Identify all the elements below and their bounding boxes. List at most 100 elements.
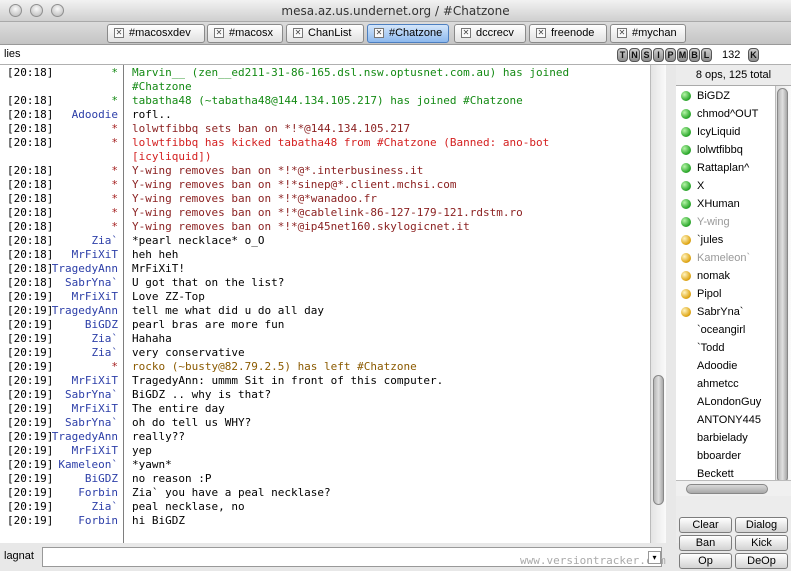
chat-message: pearl bras are more fun [132, 318, 285, 331]
op-button[interactable]: Op [679, 553, 732, 569]
chat-nick[interactable]: Kameleon` [58, 458, 118, 471]
mode-limit-toggle[interactable]: L [701, 48, 712, 62]
chat-nick[interactable]: * [111, 360, 118, 373]
chat-nick[interactable]: Forbin [78, 514, 118, 527]
user-list-item[interactable]: Y-wing [676, 213, 775, 231]
tab-chanlist[interactable]: ✕ ChanList [286, 24, 364, 43]
user-list-item[interactable]: ANTONY445 [676, 411, 775, 429]
chat-nick[interactable]: MrFiXiT [72, 402, 118, 415]
user-list-item[interactable]: SabrYna` [676, 303, 775, 321]
user-list-item[interactable]: Pipol [676, 285, 775, 303]
chat-nick[interactable]: * [111, 192, 118, 205]
dialog-button[interactable]: Dialog [735, 517, 788, 533]
user-list-item[interactable]: XHuman [676, 195, 775, 213]
chat-nick[interactable]: * [111, 178, 118, 191]
close-tab-icon[interactable]: ✕ [461, 28, 471, 38]
input-menu-icon[interactable]: ▾ [648, 551, 661, 564]
chat-nick[interactable]: MrFiXiT [72, 248, 118, 261]
tab-chatzone[interactable]: ✕ #Chatzone [367, 24, 449, 43]
user-list-item[interactable]: `jules [676, 231, 775, 249]
user-list-item[interactable]: ahmetcc [676, 375, 775, 393]
chat-nick[interactable]: TragedyAnn [52, 430, 118, 443]
topic-text[interactable]: lies [4, 48, 21, 60]
tab-dccrecv[interactable]: ✕ dccrecv [454, 24, 526, 43]
chat-nick[interactable]: TragedyAnn [52, 262, 118, 275]
user-name: X [697, 180, 705, 192]
chat-nick[interactable]: MrFiXiT [72, 290, 118, 303]
chat-scrollbar[interactable] [650, 65, 666, 543]
user-list-item[interactable]: Kameleon` [676, 249, 775, 267]
close-tab-icon[interactable]: ✕ [214, 28, 224, 38]
user-list-item[interactable]: nomak [676, 267, 775, 285]
user-list-item[interactable]: `oceangirl [676, 321, 775, 339]
chat-nick[interactable]: * [111, 94, 118, 107]
tab-mychan[interactable]: ✕ #mychan [610, 24, 686, 43]
user-list-item[interactable]: IcyLiquid [676, 123, 775, 141]
user-list-item[interactable]: bboarder [676, 447, 775, 465]
user-list-horizontal-thumb[interactable] [686, 484, 768, 494]
ban-button[interactable]: Ban [679, 535, 732, 551]
chat-nick[interactable]: Zia` [92, 346, 119, 359]
mode-secret-toggle[interactable]: S [641, 48, 652, 62]
close-tab-icon[interactable]: ✕ [374, 28, 384, 38]
chat-nick[interactable]: * [111, 136, 118, 149]
close-tab-icon[interactable]: ✕ [293, 28, 303, 38]
chat-timestamp: [20:18] [7, 178, 54, 191]
user-list-item[interactable]: barbielady [676, 429, 775, 447]
user-list-item[interactable]: Rattaplan^ [676, 159, 775, 177]
user-list-item[interactable]: ALondonGuy [676, 393, 775, 411]
chat-nick[interactable]: MrFiXiT [72, 444, 118, 457]
close-tab-icon[interactable]: ✕ [536, 28, 546, 38]
user-list-item[interactable]: lolwtfibbq [676, 141, 775, 159]
user-list-item[interactable]: Adoodie [676, 357, 775, 375]
chat-nick[interactable]: Zia` [92, 332, 119, 345]
mode-ban-toggle[interactable]: B [689, 48, 700, 62]
user-list-scroll-thumb[interactable] [777, 88, 788, 483]
chat-scroll-thumb[interactable] [653, 375, 664, 505]
close-tab-icon[interactable]: ✕ [617, 28, 627, 38]
chat-nick[interactable]: TragedyAnn [52, 304, 118, 317]
chat-nick[interactable]: * [111, 206, 118, 219]
chat-nick[interactable]: MrFiXiT [72, 374, 118, 387]
chat-nick[interactable]: BiGDZ [85, 318, 118, 331]
tab-macosxdev[interactable]: ✕ #macosxdev [107, 24, 205, 43]
chat-nick[interactable]: Zia` [92, 500, 119, 513]
clear-button[interactable]: Clear [679, 517, 732, 533]
chat-nick[interactable]: * [111, 220, 118, 233]
topic-bar[interactable]: lies T N S I P M B L 132 K [0, 45, 791, 65]
user-list[interactable]: BiGDZ chmod^OUT IcyLiquid lolwtfibbq Rattapl… [676, 86, 776, 480]
user-list-item[interactable]: chmod^OUT [676, 105, 775, 123]
chat-nick[interactable]: Adoodie [72, 108, 118, 121]
deop-button[interactable]: DeOp [735, 553, 788, 569]
user-list-item[interactable]: BiGDZ [676, 87, 775, 105]
user-list-item[interactable]: X [676, 177, 775, 195]
user-limit-value[interactable]: 132 [722, 49, 740, 61]
user-list-item[interactable]: `Todd [676, 339, 775, 357]
close-tab-icon[interactable]: ✕ [114, 28, 124, 38]
user-list-horizontal-scrollbar[interactable] [676, 480, 791, 496]
mode-no-external-toggle[interactable]: N [629, 48, 640, 62]
chat-nick[interactable]: Zia` [92, 234, 119, 247]
mode-moderated-toggle[interactable]: M [677, 48, 688, 62]
chat-log[interactable]: [20:18] * Marvin__ (zen__ed211-31-86-165.d… [0, 65, 666, 543]
chat-nick[interactable]: SabrYna` [65, 388, 118, 401]
mode-invite-toggle[interactable]: I [653, 48, 664, 62]
user-list-item[interactable]: Beckett [676, 465, 775, 480]
chat-nick[interactable]: BiGDZ [85, 472, 118, 485]
chat-timestamp: [20:18] [7, 192, 54, 205]
mode-topic-toggle[interactable]: T [617, 48, 628, 62]
chat-line: [20:19] MrFiXiT The entire day [0, 402, 650, 416]
chat-nick[interactable]: * [111, 122, 118, 135]
chat-nick[interactable]: SabrYna` [65, 416, 118, 429]
chat-nick[interactable]: SabrYna` [65, 276, 118, 289]
chat-nick[interactable]: * [111, 66, 118, 79]
kick-button[interactable]: Kick [735, 535, 788, 551]
current-nick[interactable]: lagnat [4, 550, 34, 562]
tab-freenode[interactable]: ✕ freenode [529, 24, 607, 43]
tab-macosx[interactable]: ✕ #macosx [207, 24, 283, 43]
chat-nick[interactable]: Forbin [78, 486, 118, 499]
mode-key-toggle[interactable]: K [748, 48, 759, 62]
mode-private-toggle[interactable]: P [665, 48, 676, 62]
chat-nick[interactable]: * [111, 164, 118, 177]
user-list-scrollbar[interactable] [776, 86, 791, 483]
